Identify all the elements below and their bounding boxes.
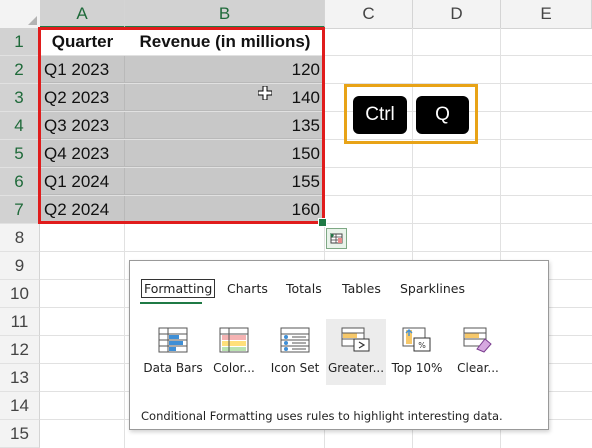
tab-tables[interactable]: Tables	[342, 281, 381, 296]
icon-set-icon	[280, 327, 310, 353]
q-key: Q	[416, 96, 469, 134]
cell-b4[interactable]: 135	[125, 112, 325, 139]
option-data-bars-label: Data Bars	[143, 361, 203, 375]
option-greater-than[interactable]: Greater...	[326, 319, 386, 385]
cell-a7[interactable]: Q2 2024	[40, 196, 125, 223]
greater-than-icon	[341, 327, 370, 352]
tab-formatting[interactable]: Formatting	[141, 279, 216, 298]
cell-b7[interactable]: 160	[125, 196, 325, 223]
row-header-14[interactable]: 14	[0, 392, 40, 420]
column-header-b[interactable]: B	[125, 0, 325, 28]
fill-handle[interactable]	[318, 218, 327, 227]
row-header-7[interactable]: 7	[0, 196, 40, 224]
option-clear-format[interactable]: Clear...	[448, 319, 508, 385]
option-icon-set[interactable]: Icon Set	[265, 319, 325, 385]
tab-charts[interactable]: Charts	[227, 281, 268, 296]
cell-b2[interactable]: 120	[125, 56, 325, 83]
data-bars-icon	[158, 327, 188, 353]
row-header-3[interactable]: 3	[0, 84, 40, 112]
quick-analysis-panel: Formatting Charts Totals Tables Sparklin…	[129, 260, 549, 430]
cell-a2[interactable]: Q1 2023	[40, 56, 125, 83]
option-data-bars[interactable]: Data Bars	[143, 319, 203, 385]
panel-description: Conditional Formatting uses rules to hig…	[141, 409, 503, 423]
row-header-4[interactable]: 4	[0, 112, 40, 140]
select-all-icon	[28, 16, 37, 25]
option-greater-than-label: Greater...	[327, 361, 385, 375]
tab-sparklines[interactable]: Sparklines	[400, 281, 465, 296]
column-header-a[interactable]: A	[40, 0, 125, 28]
cell-b1[interactable]: Revenue (in millions)	[125, 28, 325, 55]
option-icon-set-label: Icon Set	[270, 361, 320, 375]
cell-a4[interactable]: Q3 2023	[40, 112, 125, 139]
option-color-scale-label: Color...	[213, 361, 255, 375]
svg-text:%: %	[418, 341, 426, 350]
tab-totals[interactable]: Totals	[286, 281, 322, 296]
option-color-scale[interactable]: Color...	[204, 319, 264, 385]
column-header-c[interactable]: C	[325, 0, 413, 28]
cell-b6[interactable]: 155	[125, 168, 325, 195]
active-tab-indicator	[140, 302, 202, 304]
row-header-8[interactable]: 8	[0, 224, 40, 252]
grid-line	[40, 251, 592, 252]
cell-a5[interactable]: Q4 2023	[40, 140, 125, 167]
row-header-13[interactable]: 13	[0, 364, 40, 392]
row-header-9[interactable]: 9	[0, 252, 40, 280]
row-header-12[interactable]: 12	[0, 336, 40, 364]
cell-a6[interactable]: Q1 2024	[40, 168, 125, 195]
color-scale-icon	[219, 327, 249, 353]
row-header-1[interactable]: 1	[0, 28, 40, 56]
cell-a1[interactable]: Quarter	[40, 28, 125, 55]
column-header-d[interactable]: D	[413, 0, 501, 28]
row-header-10[interactable]: 10	[0, 280, 40, 308]
top-10-icon: %	[402, 327, 431, 352]
cell-a3[interactable]: Q2 2023	[40, 84, 125, 111]
clear-format-icon	[463, 327, 492, 353]
option-top-10[interactable]: % Top 10%	[387, 319, 447, 385]
row-header-5[interactable]: 5	[0, 140, 40, 168]
quick-analysis-icon	[330, 233, 343, 244]
quick-analysis-button[interactable]	[326, 228, 347, 249]
option-top-10-label: Top 10%	[391, 361, 443, 375]
row-header-2[interactable]: 2	[0, 56, 40, 84]
grid-line	[40, 223, 592, 224]
row-header-11[interactable]: 11	[0, 308, 40, 336]
select-all-corner[interactable]	[0, 0, 41, 28]
ctrl-key: Ctrl	[353, 96, 407, 134]
column-header-e[interactable]: E	[501, 0, 592, 28]
spreadsheet-grid[interactable]: A B C D E 1 2 3 4 5 6 7 8 9 10 11 12 13 …	[0, 0, 592, 448]
cell-b5[interactable]: 150	[125, 140, 325, 167]
row-header-6[interactable]: 6	[0, 168, 40, 196]
cell-b3[interactable]: 140	[125, 84, 325, 111]
cell-cursor-icon	[258, 86, 272, 100]
option-clear-format-label: Clear...	[457, 361, 499, 375]
row-header-15[interactable]: 15	[0, 420, 40, 448]
